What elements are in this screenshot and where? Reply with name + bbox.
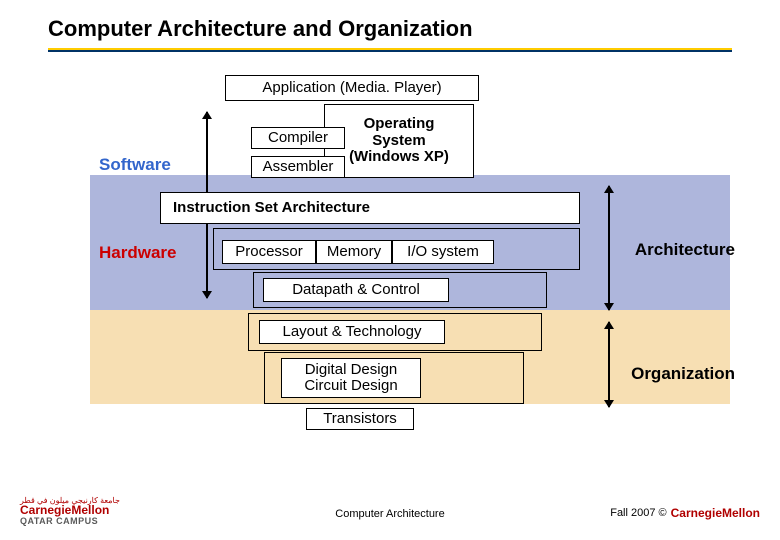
architecture-arrow [608,186,610,310]
title-underline [48,48,732,52]
slide-title: Computer Architecture and Organization [48,16,473,42]
transistors-box: Transistors [306,408,414,430]
datapath-outer [253,272,547,308]
slide: Computer Architecture and Organization S… [0,0,780,540]
software-label: Software [99,155,171,175]
application-box: Application (Media. Player) [225,75,479,101]
cm-logo-right: CarnegieMellon [671,506,760,520]
digital-outer [264,352,524,404]
layout-outer [248,313,542,351]
footer-term: Fall 2007 © [610,507,666,519]
compiler-box: Compiler [251,127,345,149]
isa-box: Instruction Set Architecture [160,192,580,224]
hw-group-box [213,228,580,270]
organization-label: Organization [631,364,735,384]
assembler-box: Assembler [251,156,345,178]
organization-arrow [608,322,610,407]
footer-right: Fall 2007 © CarnegieMellon [610,506,760,520]
architecture-label: Architecture [635,240,735,260]
hardware-label: Hardware [99,243,176,263]
os-box: Operating System (Windows XP) [324,104,474,178]
